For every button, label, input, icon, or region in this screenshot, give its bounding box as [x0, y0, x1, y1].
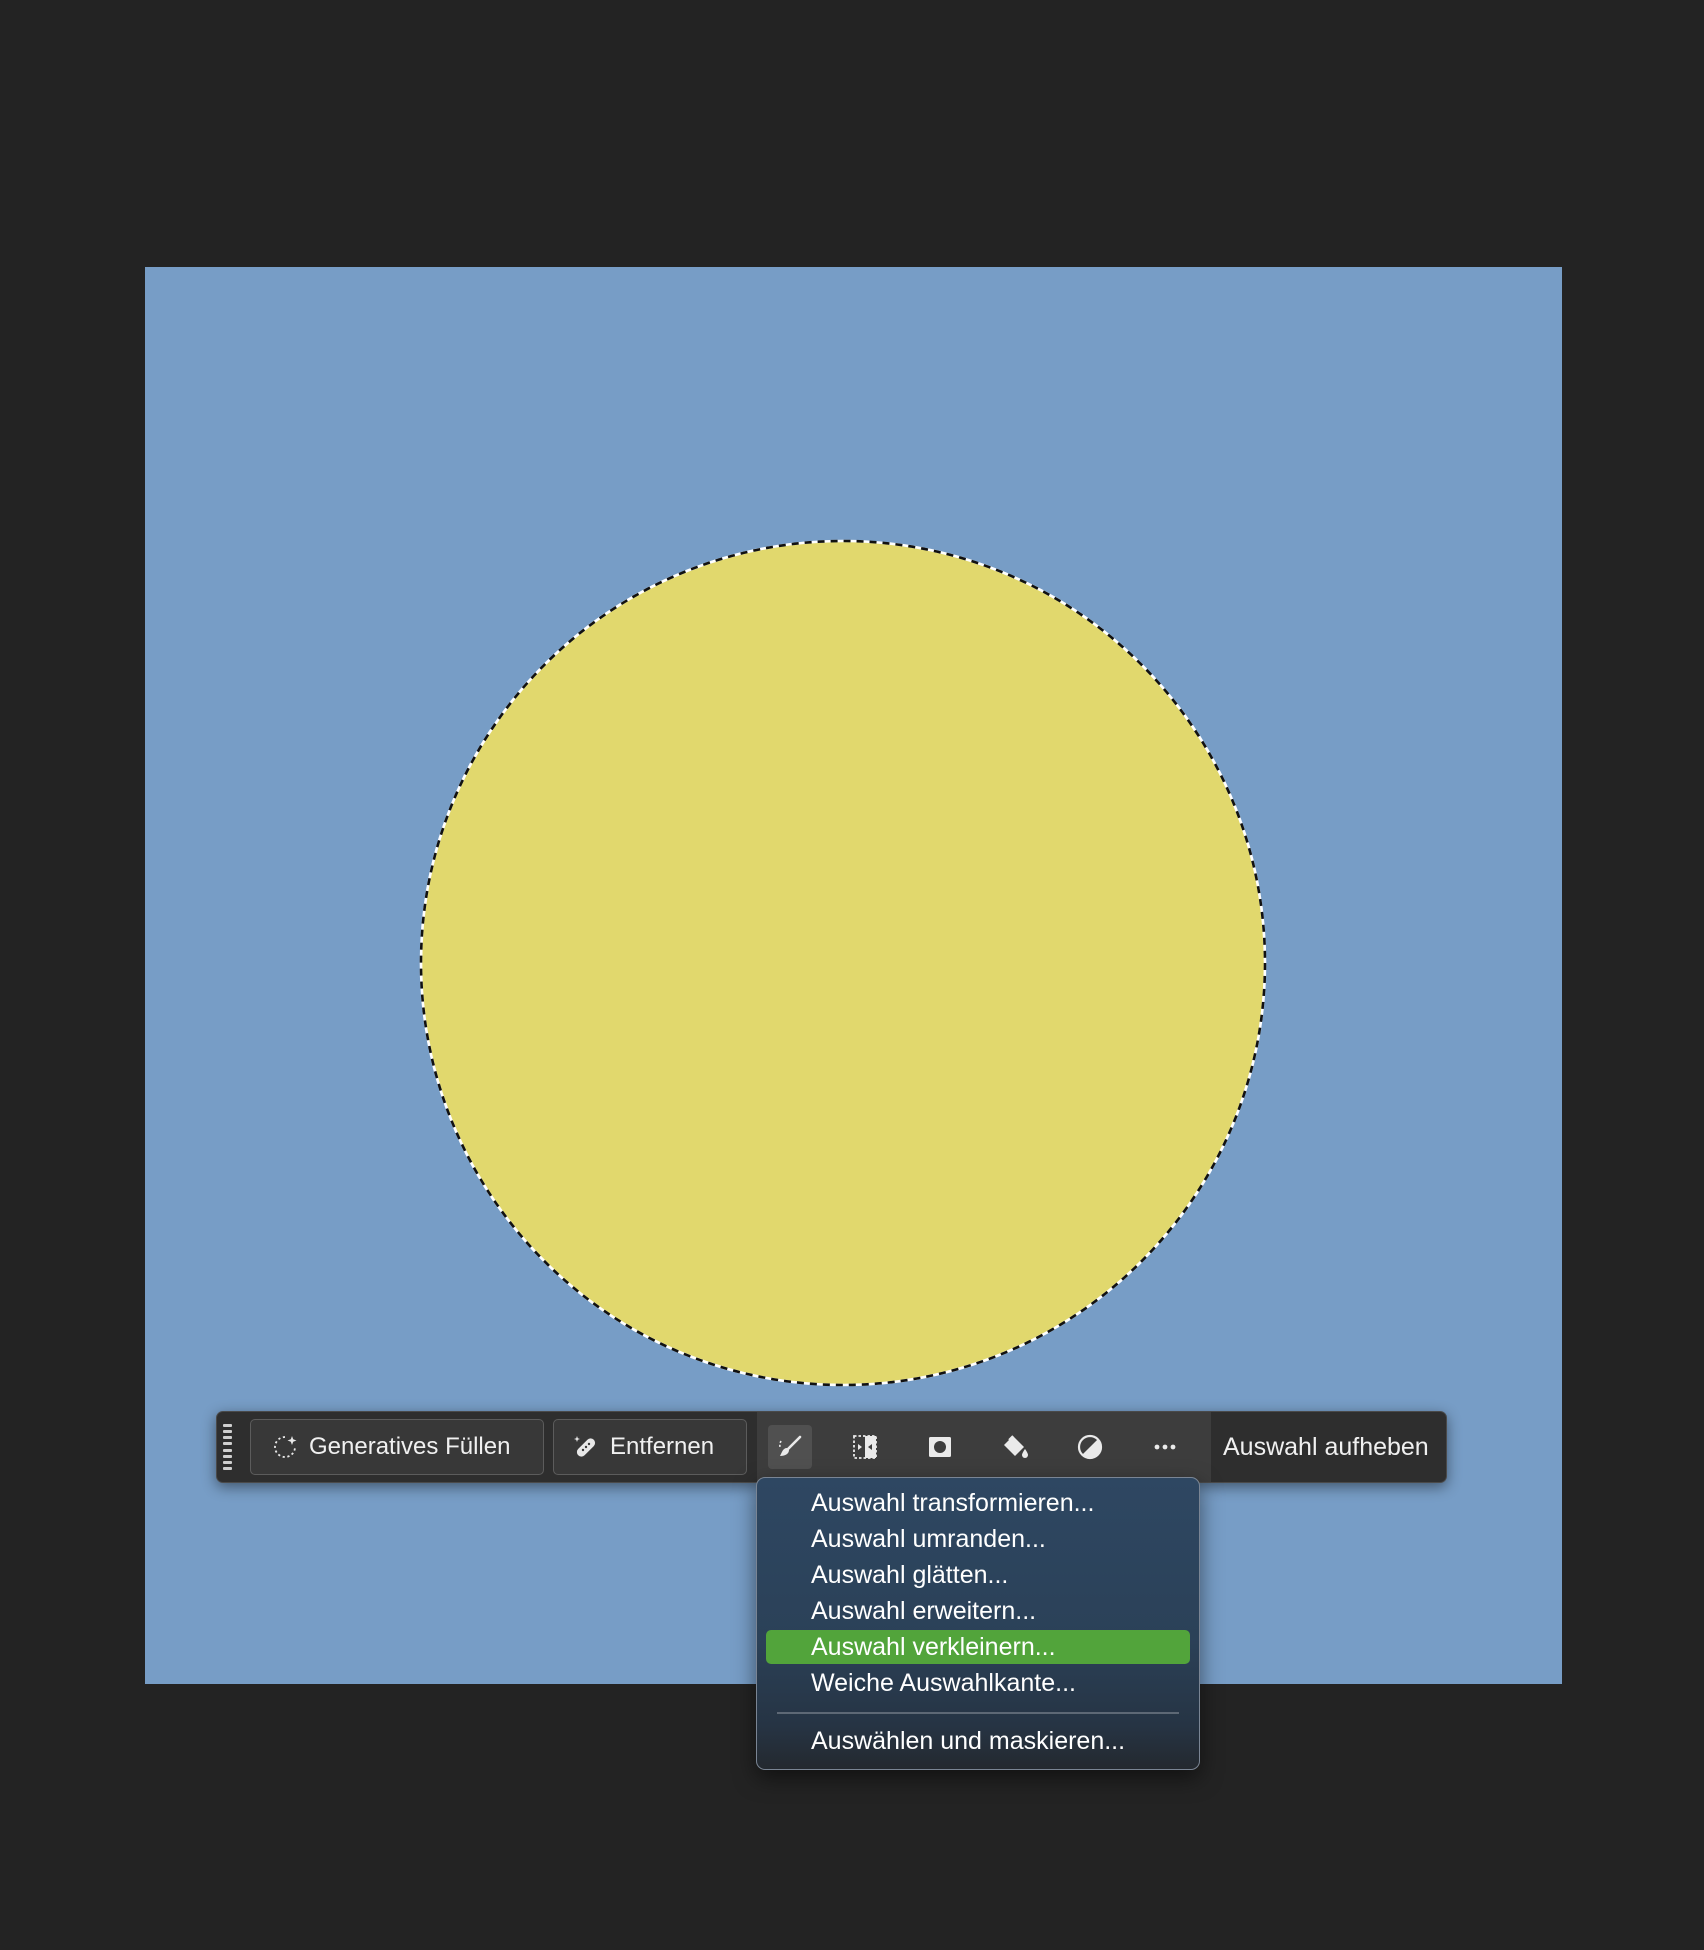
- menu-item-border-selection[interactable]: Auswahl umranden...: [766, 1522, 1190, 1556]
- menu-item-expand-selection[interactable]: Auswahl erweitern...: [766, 1594, 1190, 1628]
- modify-selection-menu: Auswahl transformieren... Auswahl umrand…: [756, 1477, 1200, 1770]
- more-options-button[interactable]: [1143, 1425, 1187, 1469]
- remove-tool-icon: [574, 1436, 596, 1457]
- selection-actions-group: [757, 1412, 1211, 1482]
- modify-selection-brush-icon: [779, 1435, 802, 1456]
- menu-item-feather-selection[interactable]: Weiche Auswahlkante...: [766, 1666, 1190, 1700]
- invert-selection-icon: [853, 1435, 877, 1459]
- remove-button[interactable]: Entfernen: [553, 1419, 747, 1475]
- modify-selection-button[interactable]: [768, 1425, 812, 1469]
- contextual-task-bar: Generatives Füllen Entfernen Auswahl auf…: [216, 1411, 1447, 1483]
- menu-item-contract-selection[interactable]: Auswahl verkleinern...: [766, 1630, 1190, 1664]
- more-options-icon: [1154, 1444, 1176, 1450]
- create-mask-icon: [929, 1437, 951, 1457]
- generative-fill-icon: [274, 1436, 297, 1458]
- invert-selection-button[interactable]: [843, 1425, 887, 1469]
- generative-fill-button[interactable]: Generatives Füllen: [250, 1419, 544, 1475]
- menu-item-smooth-selection[interactable]: Auswahl glätten...: [766, 1558, 1190, 1592]
- fill-selection-button[interactable]: [993, 1425, 1037, 1469]
- remove-label: Entfernen: [610, 1433, 715, 1460]
- new-adjustment-layer-button[interactable]: [1068, 1425, 1112, 1469]
- menu-separator: [777, 1712, 1179, 1714]
- fill-bucket-icon: [1004, 1435, 1028, 1458]
- generative-fill-label: Generatives Füllen: [309, 1433, 511, 1460]
- workspace: Generatives Füllen Entfernen Auswahl auf…: [0, 0, 1704, 1950]
- menu-item-transform-selection[interactable]: Auswahl transformieren...: [766, 1486, 1190, 1520]
- deselect-button[interactable]: Auswahl aufheben: [1223, 1412, 1429, 1482]
- yellow-circle: [421, 541, 1265, 1385]
- adjustment-layer-icon: [1077, 1434, 1103, 1460]
- drag-handle[interactable]: [223, 1424, 233, 1470]
- menu-item-select-and-mask[interactable]: Auswählen und maskieren...: [766, 1724, 1190, 1758]
- create-mask-button[interactable]: [918, 1425, 962, 1469]
